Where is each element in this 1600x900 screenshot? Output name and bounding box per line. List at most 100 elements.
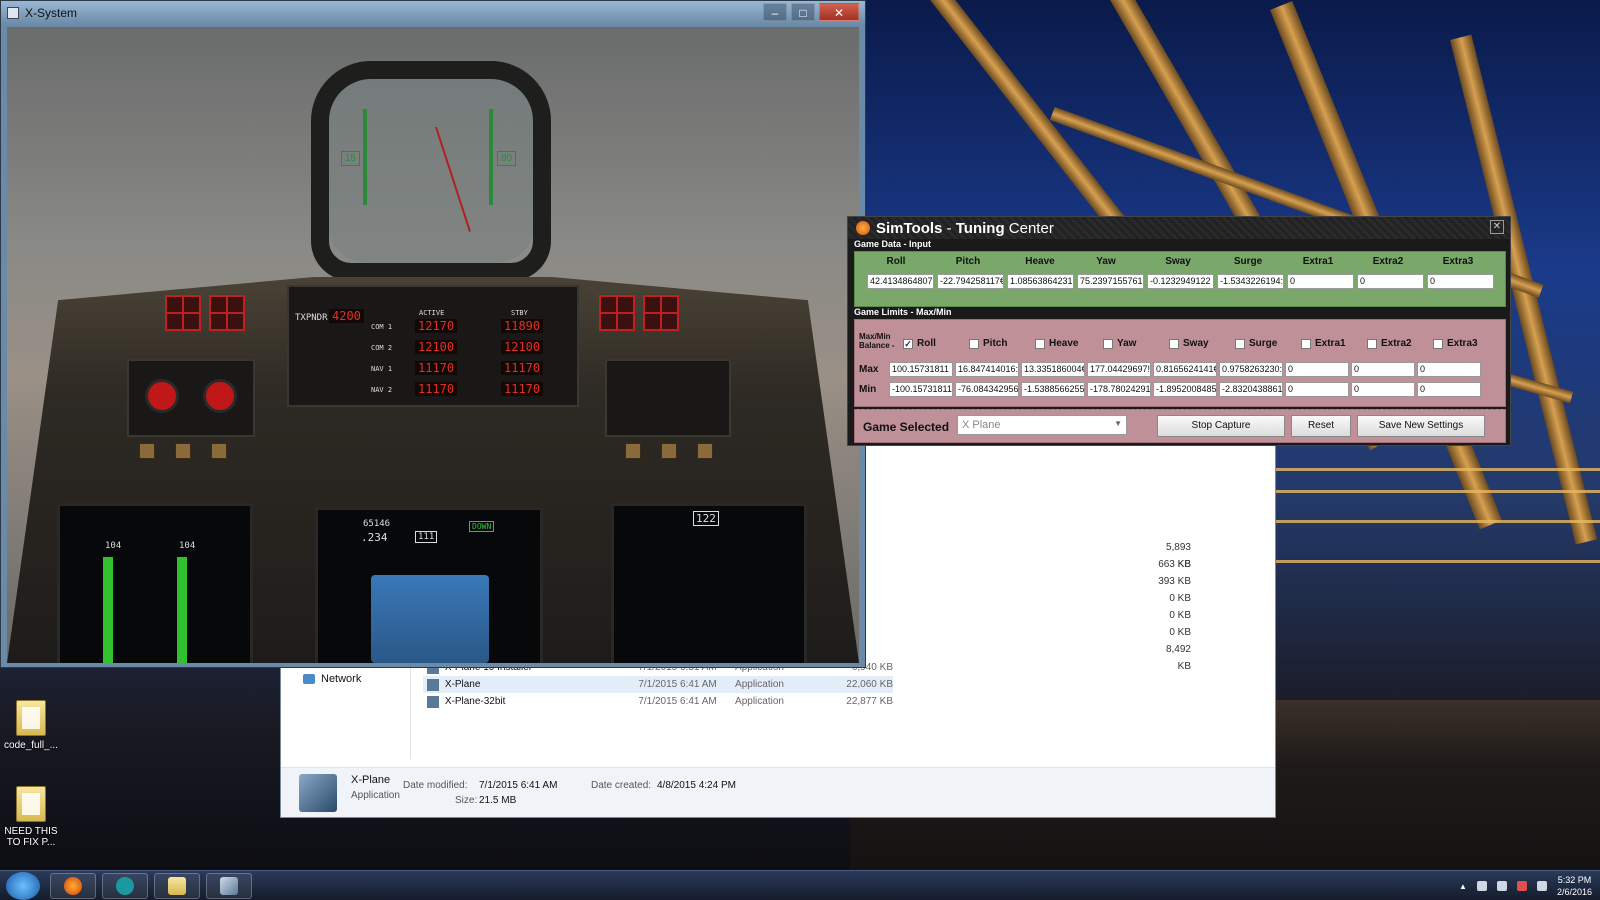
min-sway[interactable]: -1.8952008485 bbox=[1153, 382, 1217, 397]
checkbox-checked-icon[interactable]: ✓ bbox=[903, 338, 913, 349]
checkbox-pitch[interactable]: Pitch bbox=[969, 338, 1007, 349]
x-plane-icon bbox=[299, 774, 337, 812]
active-label: ACTIVE bbox=[419, 309, 445, 317]
game-data-label: Game Data - Input bbox=[854, 239, 932, 249]
checkbox-extra1[interactable]: Extra1 bbox=[1301, 338, 1346, 349]
panel-button[interactable] bbox=[697, 443, 713, 459]
panel-button[interactable] bbox=[211, 443, 227, 459]
min-surge[interactable]: -2.8320438861 bbox=[1219, 382, 1283, 397]
max-yaw[interactable]: 177.04429697! bbox=[1087, 362, 1151, 377]
desktop-icon-code-full[interactable]: code_full_... bbox=[0, 700, 62, 751]
maximize-button[interactable]: □ bbox=[791, 3, 815, 21]
stop-capture-button[interactable]: Stop Capture bbox=[1157, 415, 1285, 437]
save-new-settings-button[interactable]: Save New Settings bbox=[1357, 415, 1485, 437]
file-row-selected[interactable]: X-Plane 7/1/2015 6:41 AM Application 22,… bbox=[423, 676, 893, 693]
max-extra1[interactable]: 0 bbox=[1285, 362, 1349, 377]
mfd-value: 104 bbox=[105, 541, 122, 551]
max-extra2[interactable]: 0 bbox=[1351, 362, 1415, 377]
desktop-icon-need-this[interactable]: NEED THIS TO FIX P... bbox=[0, 786, 62, 848]
taskbar-x-plane[interactable] bbox=[206, 873, 252, 899]
details-created-label: Date created: bbox=[591, 780, 652, 791]
min-extra2[interactable]: 0 bbox=[1351, 382, 1415, 397]
checkbox-icon[interactable] bbox=[1367, 338, 1377, 349]
max-extra3[interactable]: 0 bbox=[1417, 362, 1481, 377]
nav1-label: NAV 1 bbox=[371, 365, 393, 373]
checkbox-icon[interactable] bbox=[1433, 338, 1443, 349]
checkbox-icon[interactable] bbox=[1035, 338, 1045, 349]
nav2-label: NAV 2 bbox=[371, 386, 393, 394]
panel-button[interactable] bbox=[175, 443, 191, 459]
window-controls: – □ ✕ bbox=[763, 3, 859, 21]
checkbox-icon[interactable] bbox=[969, 338, 979, 349]
min-pitch[interactable]: -76.084342956 bbox=[955, 382, 1019, 397]
checkbox-icon[interactable] bbox=[1235, 338, 1245, 349]
taskbar-arduino[interactable] bbox=[102, 873, 148, 899]
application-icon bbox=[427, 695, 439, 708]
file-size: 0 KB bbox=[1169, 627, 1191, 638]
taskbar-firefox[interactable] bbox=[50, 873, 96, 899]
engine-bar bbox=[177, 557, 187, 663]
window-title-bar[interactable]: X-System bbox=[1, 1, 865, 25]
chevron-down-icon: ▼ bbox=[1114, 419, 1122, 428]
checkbox-surge[interactable]: Surge bbox=[1235, 338, 1277, 349]
engine-gauge bbox=[203, 379, 237, 413]
max-roll[interactable]: 100.15731811 bbox=[889, 362, 953, 377]
min-extra3[interactable]: 0 bbox=[1417, 382, 1481, 397]
checkbox-heave[interactable]: Heave bbox=[1035, 338, 1078, 349]
input-extra2: 0 bbox=[1357, 274, 1424, 289]
clock-time: 5:32 PM bbox=[1557, 875, 1592, 885]
hud-altitude-readout: 80 bbox=[497, 151, 517, 166]
windows-flag-icon[interactable] bbox=[1476, 881, 1487, 891]
min-roll[interactable]: -100.15731811 bbox=[889, 382, 953, 397]
min-heave[interactable]: -1.5388566255 bbox=[1021, 382, 1085, 397]
x-system-window: X-System – □ ✕ 15 80 TXPNDR 4200 ACTIVE … bbox=[0, 0, 866, 668]
checkbox-sway[interactable]: Sway bbox=[1169, 338, 1209, 349]
minimize-button[interactable]: – bbox=[763, 3, 787, 21]
checkbox-icon[interactable] bbox=[1103, 338, 1113, 349]
panel-button[interactable] bbox=[139, 443, 155, 459]
file-row[interactable]: X-Plane-32bit 7/1/2015 6:41 AM Applicati… bbox=[423, 693, 893, 710]
close-button[interactable]: ✕ bbox=[819, 3, 859, 21]
checkbox-roll[interactable]: ✓ Roll bbox=[903, 338, 936, 349]
checkbox-icon[interactable] bbox=[1301, 338, 1311, 349]
game-select-dropdown[interactable]: X Plane ▼ bbox=[957, 415, 1127, 435]
min-yaw[interactable]: -178.78024291 bbox=[1087, 382, 1151, 397]
nav-item-network[interactable]: Network bbox=[303, 673, 361, 685]
nav-item-label: Network bbox=[321, 673, 362, 685]
details-file-name: X-Plane bbox=[351, 774, 391, 786]
max-sway[interactable]: 0.8165624141€ bbox=[1153, 362, 1217, 377]
clock[interactable]: 5:32 PM 2/6/2016 bbox=[1557, 874, 1592, 898]
title-tuning: Tuning bbox=[955, 219, 1005, 237]
app-icon bbox=[7, 7, 19, 19]
input-pitch: -22.794258117€ bbox=[937, 274, 1004, 289]
chevron-up-icon[interactable]: ▲ bbox=[1459, 882, 1467, 891]
max-heave[interactable]: 13.335186004€ bbox=[1021, 362, 1085, 377]
action-center-icon[interactable] bbox=[1516, 881, 1527, 891]
flight-sim-view[interactable]: 15 80 TXPNDR 4200 ACTIVE STBY COM 1 1217… bbox=[7, 27, 859, 663]
reset-button[interactable]: Reset bbox=[1291, 415, 1351, 437]
mfd-value: 104 bbox=[179, 541, 196, 551]
details-size-label: Size: bbox=[455, 795, 478, 806]
blank-panel bbox=[605, 359, 731, 437]
min-extra1[interactable]: 0 bbox=[1285, 382, 1349, 397]
checkbox-extra3[interactable]: Extra3 bbox=[1433, 338, 1478, 349]
checkbox-label: Pitch bbox=[983, 338, 1008, 349]
close-icon[interactable]: ✕ bbox=[1490, 220, 1504, 234]
details-size-value: 21.5 MB bbox=[479, 795, 517, 806]
checkbox-icon[interactable] bbox=[1169, 338, 1179, 349]
start-button[interactable] bbox=[6, 872, 40, 900]
network-icon[interactable] bbox=[1536, 881, 1547, 891]
max-surge[interactable]: 0.9758263230: bbox=[1219, 362, 1283, 377]
max-pitch[interactable]: 16.847414016: bbox=[955, 362, 1019, 377]
simtools-title-bar[interactable]: SimTools - Tuning Center bbox=[848, 217, 1510, 239]
checkbox-extra2[interactable]: Extra2 bbox=[1367, 338, 1412, 349]
taskbar-explorer[interactable] bbox=[154, 873, 200, 899]
checkbox-yaw[interactable]: Yaw bbox=[1103, 338, 1136, 349]
column-header: Extra3 bbox=[1442, 256, 1474, 267]
panel-button[interactable] bbox=[625, 443, 641, 459]
max-row-label: Max bbox=[859, 364, 879, 375]
max-min-label: Max/Min bbox=[859, 332, 891, 341]
volume-icon[interactable] bbox=[1496, 881, 1507, 891]
panel-button[interactable] bbox=[661, 443, 677, 459]
title-simtools: SimTools bbox=[876, 219, 943, 237]
